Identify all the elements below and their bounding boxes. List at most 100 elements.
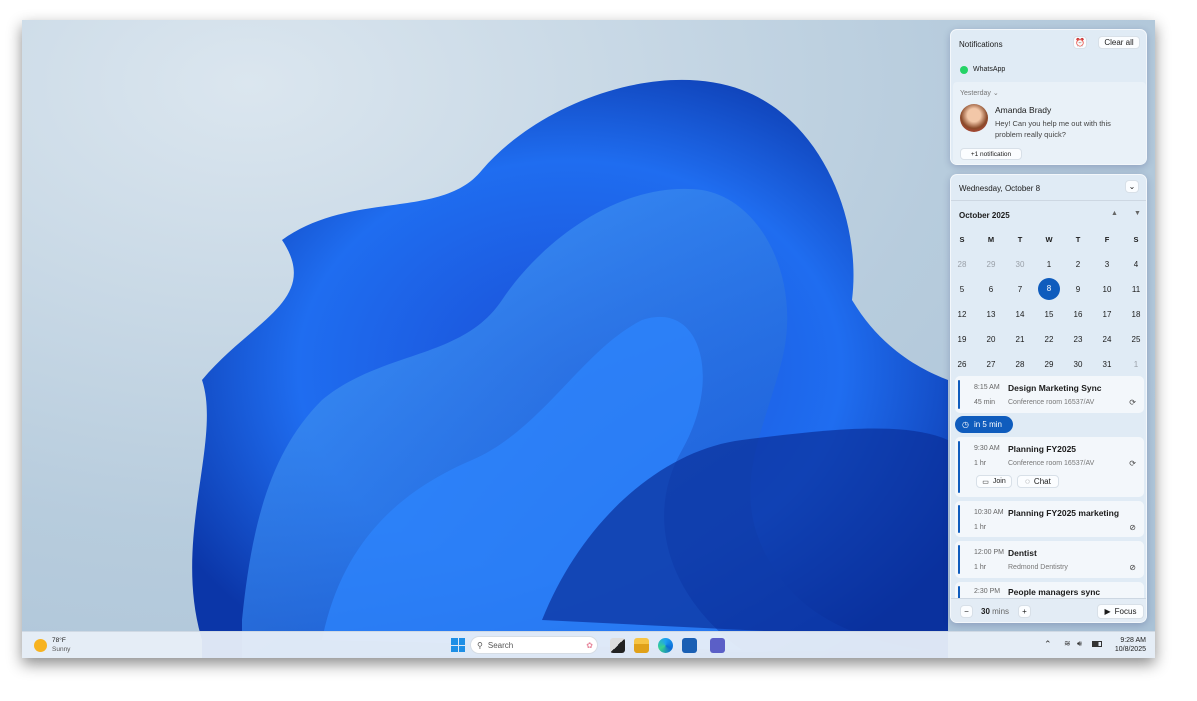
calendar-day[interactable]: 18	[1125, 310, 1146, 319]
calendar-day[interactable]: 8	[1038, 278, 1060, 300]
event-location: Conference room 16537/AV	[1008, 460, 1095, 467]
weekday-label: T	[1017, 235, 1023, 244]
notification-center: Notifications ⏰ Clear all WhatsApp Yeste…	[950, 29, 1147, 165]
clock[interactable]: 9:28 AM 10/8/2025	[1108, 636, 1146, 654]
calendar-day[interactable]: 26	[951, 360, 973, 369]
clock-icon: ◷	[962, 420, 969, 429]
calendar-day[interactable]: 27	[980, 360, 1002, 369]
battery-icon[interactable]	[1092, 641, 1102, 647]
calendar-day[interactable]: 29	[980, 260, 1002, 269]
sender-name: Amanda Brady	[995, 105, 1052, 115]
event-card[interactable]: 10:30 AM Planning FY2025 marketing 1 hr …	[955, 501, 1144, 537]
chat-icon: ◌	[1025, 477, 1030, 486]
whatsapp-icon	[960, 66, 968, 74]
next-month-button[interactable]: ▼	[1134, 210, 1141, 217]
calendar-day[interactable]: 1	[1125, 360, 1146, 369]
calendar-day[interactable]: 9	[1067, 285, 1089, 294]
chevron-down-icon[interactable]: ⌄	[993, 90, 999, 97]
calendar-day[interactable]: 23	[1067, 335, 1089, 344]
focus-bar: − 30 mins + ▶ Focus	[951, 598, 1146, 622]
calendar-day[interactable]: 17	[1096, 310, 1118, 319]
notifications-title: Notifications	[959, 40, 1003, 49]
calendar-day[interactable]: 3	[1096, 260, 1118, 269]
search-icon: ⚲	[477, 640, 483, 650]
calendar-day[interactable]: 19	[951, 335, 973, 344]
calendar-panel: Wednesday, October 8 ⌄ October 2025 ▲ ▼ …	[950, 174, 1147, 623]
weekday-label: S	[1133, 235, 1139, 244]
calendar-day[interactable]: 30	[1067, 360, 1089, 369]
calendar-day[interactable]: 5	[951, 285, 973, 294]
weekday-label: M	[987, 235, 995, 244]
clock-date: 10/8/2025	[1114, 646, 1146, 653]
event-duration: 1 hr	[974, 524, 987, 531]
clear-all-button[interactable]: Clear all	[1098, 36, 1140, 49]
event-duration: 1 hr	[974, 460, 987, 467]
weather-temp[interactable]: 78°F	[52, 637, 66, 644]
event-card[interactable]: 12:00 PM Dentist 1 hr Redmond Dentistry …	[955, 541, 1144, 578]
calendar-day[interactable]: 28	[951, 260, 973, 269]
calendar-day[interactable]: 6	[980, 285, 1002, 294]
search-box[interactable]: ⚲ Search ✿	[470, 636, 598, 654]
no-recurrence-icon: ⊘	[1129, 563, 1136, 572]
calendar-day[interactable]: 14	[1009, 310, 1031, 319]
event-time: 9:30 AM	[974, 445, 1000, 452]
notification-card[interactable]: Yesterday ⌄ Amanda Brady Hey! Can you he…	[953, 82, 1146, 164]
sun-icon[interactable]	[34, 639, 47, 652]
do-not-disturb-button[interactable]: ⏰	[1073, 36, 1087, 49]
weather-condition[interactable]: Sunny	[52, 646, 70, 653]
calendar-day[interactable]: 1	[1038, 260, 1060, 269]
calendar-day[interactable]: 11	[1125, 285, 1146, 294]
focus-button[interactable]: ▶ Focus	[1097, 604, 1144, 619]
task-view-icon[interactable]	[610, 638, 625, 653]
calendar-day[interactable]: 28	[1009, 360, 1031, 369]
chat-button[interactable]: ◌ Chat	[1017, 475, 1059, 488]
event-title: Planning FY2025 marketing	[1008, 508, 1120, 518]
calendar-day[interactable]: 29	[1038, 360, 1060, 369]
event-time: 8:15 AM	[974, 384, 1000, 391]
event-duration: 45 min	[974, 399, 996, 406]
event-title: Planning FY2025	[1008, 444, 1077, 454]
calendar-day[interactable]: 30	[1009, 260, 1031, 269]
focus-unit: mins	[992, 607, 1010, 616]
calendar-day[interactable]: 24	[1096, 335, 1118, 344]
calendar-day[interactable]: 13	[980, 310, 1002, 319]
calendar-day[interactable]: 15	[1038, 310, 1060, 319]
show-hidden-icons-chevron-icon[interactable]: ⌃	[1044, 639, 1052, 650]
video-icon: ▭	[982, 478, 989, 486]
calendar-day[interactable]: 2	[1067, 260, 1089, 269]
calendar-day[interactable]: 21	[1009, 335, 1031, 344]
edge-icon[interactable]	[658, 638, 673, 653]
join-button[interactable]: ▭ Join	[976, 475, 1012, 488]
more-notifications-button[interactable]: +1 notification	[960, 148, 1022, 160]
calendar-day[interactable]: 10	[1096, 285, 1118, 294]
teams-icon[interactable]	[710, 638, 725, 653]
calendar-day[interactable]: 12	[951, 310, 973, 319]
taskbar: 78°F Sunny ⚲ Search ✿ ⌃ ≋ 🔊︎ 9:28 AM 10/8/2…	[22, 631, 1155, 658]
collapse-calendar-button[interactable]: ⌄	[1125, 180, 1139, 193]
increase-time-button[interactable]: +	[1018, 605, 1031, 618]
start-button[interactable]	[451, 638, 465, 652]
avatar	[960, 104, 988, 132]
calendar-day[interactable]: 20	[980, 335, 1002, 344]
event-card[interactable]: 8:15 AM Design Marketing Sync 45 min Con…	[955, 376, 1144, 413]
calendar-day[interactable]: 16	[1067, 310, 1089, 319]
calendar-day[interactable]: 25	[1125, 335, 1146, 344]
decrease-time-button[interactable]: −	[960, 605, 973, 618]
file-explorer-icon[interactable]	[634, 638, 649, 653]
calendar-day[interactable]: 31	[1096, 360, 1118, 369]
weekday-label: S	[959, 235, 965, 244]
volume-icon[interactable]: 🔊︎	[1077, 639, 1082, 649]
desktop: Notifications ⏰ Clear all WhatsApp Yeste…	[22, 20, 1155, 658]
weekday-label: T	[1075, 235, 1081, 244]
calendar-day[interactable]: 4	[1125, 260, 1146, 269]
weekday-label: W	[1045, 235, 1053, 244]
recurring-icon: ⟳	[1129, 459, 1136, 468]
calendar-day[interactable]: 7	[1009, 285, 1031, 294]
wifi-icon[interactable]: ≋	[1064, 639, 1071, 648]
previous-month-button[interactable]: ▲	[1111, 210, 1118, 217]
event-time: 10:30 AM	[974, 509, 1004, 516]
event-card[interactable]: 9:30 AM Planning FY2025 1 hr Conference …	[955, 437, 1144, 497]
calendar-day[interactable]: 22	[1038, 335, 1060, 344]
lotus-icon: ✿	[586, 640, 593, 650]
store-icon[interactable]	[682, 638, 697, 653]
